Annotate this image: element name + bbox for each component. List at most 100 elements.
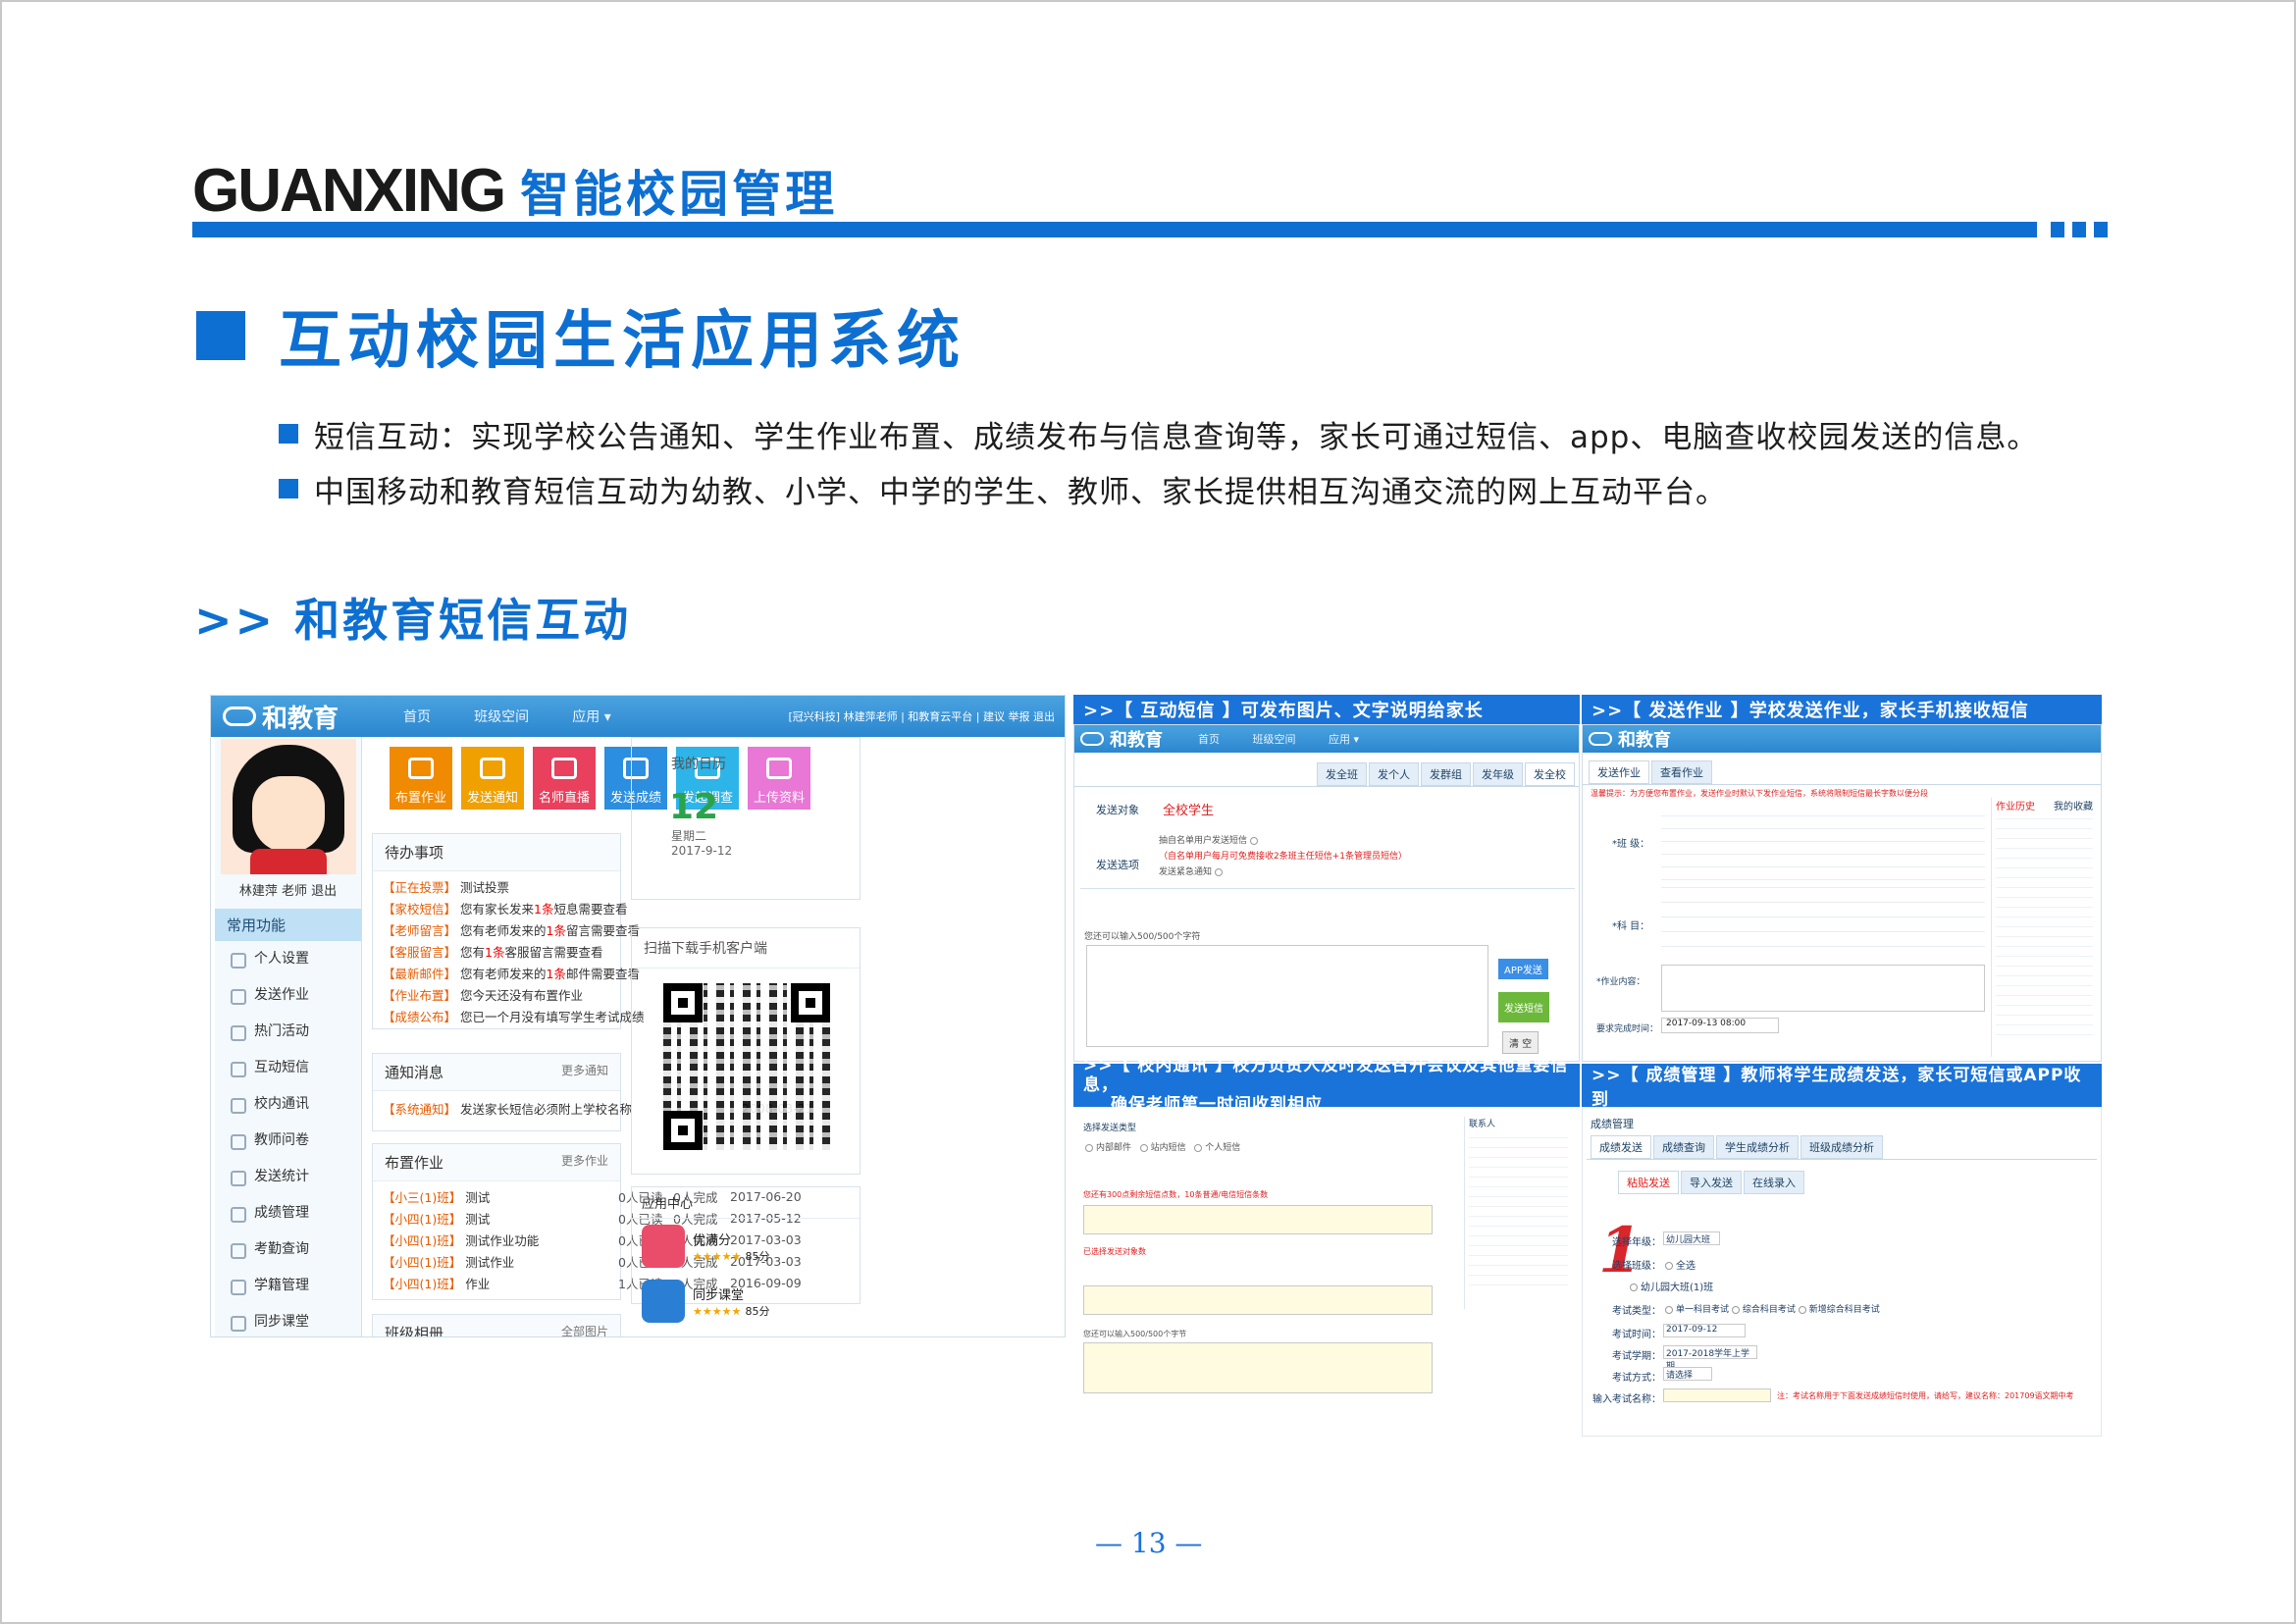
sms-char-hint: 您还可以输入500/500个字符 <box>1084 932 1201 942</box>
tab-online-entry[interactable]: 在线录入 <box>1744 1171 1804 1194</box>
section-title: 互动校园生活应用系统 <box>196 290 965 381</box>
sidebar-item-grades[interactable]: 成绩管理 <box>215 1195 361 1231</box>
tab-class[interactable]: 发全班 <box>1317 762 1367 786</box>
campus-textarea-2[interactable] <box>1083 1285 1433 1315</box>
app-item[interactable]: 同步课堂 ★★★★★ 85分 <box>632 1274 860 1329</box>
notice-box: 通知消息更多通知 【系统通知】发送家长短信必须附上学校名称 2008-03-21 <box>372 1053 813 1131</box>
nav-apps[interactable]: 应用 ▾ <box>1329 733 1359 746</box>
nav-home[interactable]: 首页 <box>1198 733 1220 746</box>
history-tab[interactable]: 作业历史 <box>1996 798 2035 812</box>
user-name[interactable]: 林建萍 老师 退出 <box>215 880 361 899</box>
sidebar-item-attendance[interactable]: 考勤查询 <box>215 1231 361 1268</box>
tile-live[interactable]: 名师直播 <box>533 747 596 810</box>
app-icon <box>642 1225 685 1268</box>
todo-item[interactable]: 【最新邮件】 您有老师发来的 1条 邮件需要查看 <box>373 962 640 983</box>
brand: GUANXING 智能校园管理 <box>192 155 838 226</box>
send-type-options[interactable]: 内部邮件 站内短信 个人短信 <box>1085 1140 1240 1153</box>
tab-send-grades[interactable]: 成绩发送 <box>1591 1135 1651 1159</box>
class-label: 选择班级： <box>1612 1261 1661 1272</box>
method-select[interactable]: 请选择 <box>1663 1367 1712 1381</box>
tile-assign-homework[interactable]: 布置作业 <box>390 747 452 810</box>
app-send-button[interactable]: APP发送 <box>1498 959 1548 979</box>
option-whitelist[interactable]: 抽自名单用户发送短信 <box>1159 833 1261 846</box>
option-urgent[interactable]: 发送紧急通知 <box>1159 864 1226 877</box>
tab-paste-send[interactable]: 粘贴发送 <box>1618 1171 1679 1194</box>
term-select[interactable]: 2017-2018学年上学期 <box>1663 1345 1757 1372</box>
subject-checklist[interactable] <box>1661 882 1985 961</box>
bullet-item: 短信互动：实现学校公告通知、学生作业布置、成绩发布与信息查询等，家长可通过短信、… <box>279 406 2038 461</box>
sidebar-item-activities[interactable]: 热门活动 <box>215 1014 361 1050</box>
time-input[interactable]: 2017-09-13 08:00 <box>1661 1018 1779 1033</box>
exam-time-input[interactable]: 2017-09-12 <box>1663 1324 1746 1337</box>
album-more-link[interactable]: 全部图片 <box>561 1323 608 1336</box>
tab-import-send[interactable]: 导入发送 <box>1681 1171 1742 1194</box>
notice-more-link[interactable]: 更多通知 <box>561 1062 608 1082</box>
history-panel: 作业历史 我的收藏 <box>1991 798 2097 1057</box>
todo-item[interactable]: 【客服留言】 您有 1条 客服留言需要查看 <box>373 940 620 962</box>
todo-item[interactable]: 【正在投票】 测试投票 <box>373 875 620 897</box>
app-item[interactable]: 优满分 ★★★★★ 85分 <box>632 1219 860 1274</box>
favorites-tab[interactable]: 我的收藏 <box>2054 798 2093 812</box>
campus-textarea-1[interactable] <box>1083 1205 1433 1234</box>
calendar-widget[interactable]: 我的日历 12 星期二 2017-9-12 <box>631 737 861 900</box>
todo-item[interactable]: 【成绩公布】 您已一个月没有填写学生考试成绩 <box>373 1005 645 1026</box>
homework-item[interactable]: 【小四(1)班】 作业 1人已读 0人完成 2016-09-09 <box>373 1272 802 1293</box>
homework-item[interactable]: 【小四(1)班】 测试作业功能 0人已读 0人完成 2017-03-03 <box>373 1229 802 1250</box>
homework-item[interactable]: 【小四(1)班】 测试 0人已读 0人完成 2017-05-12 <box>373 1207 802 1229</box>
header-rule-dots <box>2051 222 2108 237</box>
tab-student-analysis[interactable]: 学生成绩分析 <box>1716 1135 1799 1159</box>
tab-class-analysis[interactable]: 班级成绩分析 <box>1800 1135 1883 1159</box>
sidebar-item-sms[interactable]: 互动短信 <box>215 1050 361 1086</box>
exam-name-label: 输入考试名称： <box>1592 1394 1661 1405</box>
tab-send-homework[interactable]: 发送作业 <box>1589 760 1649 784</box>
sidebar-item-sync[interactable]: 同步课堂 <box>215 1304 361 1336</box>
nav-apps[interactable]: 应用 ▾ <box>572 709 610 725</box>
send-sms-button[interactable]: 发送短信 <box>1498 992 1549 1022</box>
todo-item[interactable]: 【作业布置】 您今天还没有布置作业 <box>373 983 620 1005</box>
main-nav: 首页 班级空间 应用 ▾ <box>403 707 651 726</box>
todo-item[interactable]: 【家校短信】 您有家长发来 1条 短息需要查看 <box>373 897 628 918</box>
class-checklist[interactable] <box>1661 808 1985 892</box>
grade-select[interactable]: 幼儿园大班 <box>1663 1231 1720 1245</box>
todo-item[interactable]: 【老师留言】 您有老师发来的 1条 留言需要查看 <box>373 918 640 940</box>
subject-label: *科 目： <box>1612 921 1650 932</box>
top-right-links[interactable]: [冠兴科技] 林建萍老师 | 和教育云平台 | 建议 举报 退出 <box>789 708 1055 724</box>
homework-more-link[interactable]: 更多作业 <box>561 1152 608 1173</box>
class-item[interactable]: 幼儿园大班(1)班 <box>1630 1279 1713 1293</box>
grade-label: 选择年级： <box>1612 1237 1661 1248</box>
sidebar-item-survey[interactable]: 教师问卷 <box>215 1123 361 1159</box>
exam-name-note: 注：考试名称用于下面发送成绩短信时使用，请给写，建议名称：201709语文期中考 <box>1777 1391 2074 1400</box>
nav-home[interactable]: 首页 <box>403 709 431 725</box>
nav-class-space[interactable]: 班级空间 <box>474 709 529 725</box>
sidebar-item-settings[interactable]: 个人设置 <box>215 941 361 977</box>
hw-content-textarea[interactable] <box>1661 965 1985 1012</box>
todo-title: 待办事项 <box>373 834 620 871</box>
tab-query-grades[interactable]: 成绩查询 <box>1653 1135 1714 1159</box>
avatar <box>220 739 356 874</box>
notice-row[interactable]: 【系统通知】发送家长短信必须附上学校名称 2008-03-21 <box>373 1097 813 1119</box>
sms-textarea[interactable] <box>1086 945 1488 1047</box>
campus-textarea-3[interactable] <box>1083 1342 1433 1393</box>
tab-school[interactable]: 发全校 <box>1525 762 1575 786</box>
tile-send-notice[interactable]: 发送通知 <box>461 747 524 810</box>
nav-class-space[interactable]: 班级空间 <box>1253 733 1296 746</box>
tab-person[interactable]: 发个人 <box>1369 762 1419 786</box>
type-options[interactable]: 单一科目考试 综合科目考试 新增综合科目考试 <box>1665 1302 1880 1315</box>
sidebar-item-homework[interactable]: 发送作业 <box>215 977 361 1014</box>
exam-name-input[interactable] <box>1663 1388 1771 1402</box>
clear-button[interactable]: 清 空 <box>1502 1031 1539 1054</box>
campus-screenshot: 选择发送类型 内部邮件 站内短信 个人短信 您还有300点剩余短信点数，10条普… <box>1073 1107 1580 1397</box>
sidebar-item-records[interactable]: 学籍管理 <box>215 1268 361 1304</box>
tab-view-homework[interactable]: 查看作业 <box>1651 760 1712 784</box>
tab-group[interactable]: 发群组 <box>1421 762 1471 786</box>
sidebar-item-stats[interactable]: 发送统计 <box>215 1159 361 1195</box>
homework-item[interactable]: 【小三(1)班】 测试 0人已读 0人完成 2017-06-20 <box>373 1185 802 1207</box>
option-label: 发送选项 <box>1096 859 1139 871</box>
tab-grade[interactable]: 发年级 <box>1473 762 1523 786</box>
class-all[interactable]: 全选 <box>1665 1257 1696 1272</box>
sidebar-item-campus[interactable]: 校内通讯 <box>215 1086 361 1123</box>
homework-item[interactable]: 【小四(1)班】 测试作业 0人已读 0人完成 2017-03-03 <box>373 1250 802 1272</box>
album-box: 班级相册 全部图片 <box>372 1314 621 1336</box>
contacts-tree[interactable] <box>1469 1137 1568 1294</box>
bullet-text: 短信互动：实现学校公告通知、学生作业布置、成绩发布与信息查询等，家长可通过短信、… <box>314 419 2039 455</box>
